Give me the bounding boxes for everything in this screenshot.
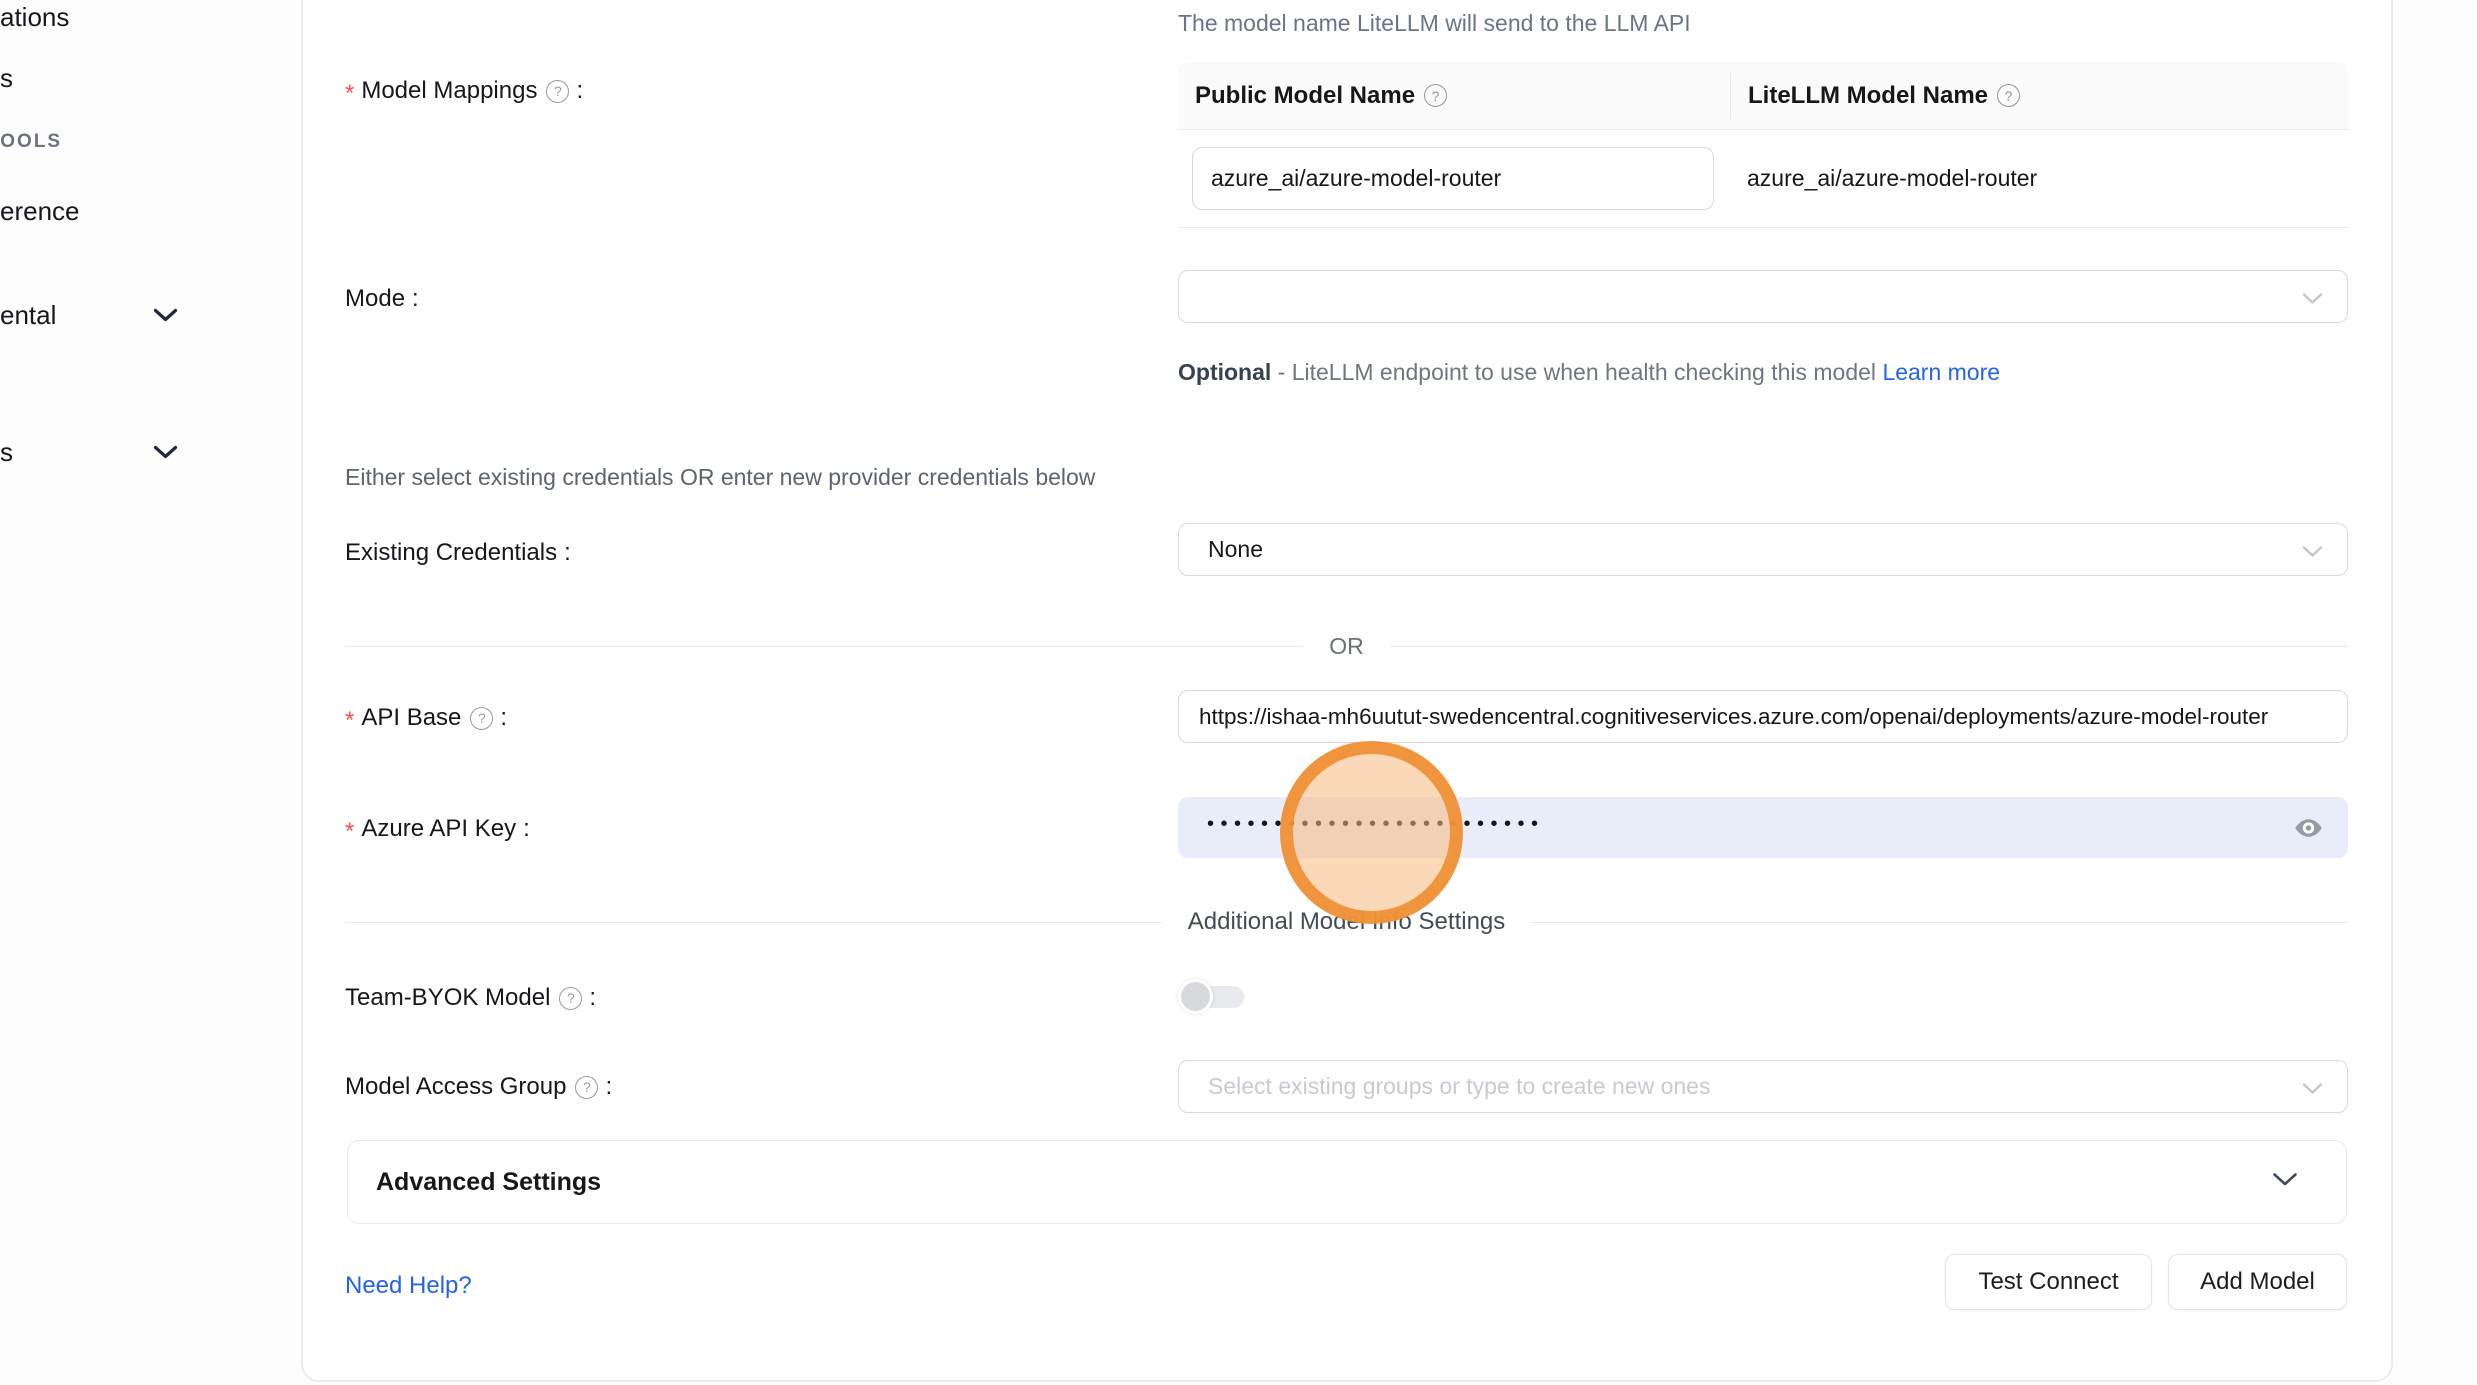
add-model-button[interactable]: Add Model [2168,1254,2347,1310]
sidebar-item-experimental[interactable]: ental [0,300,56,331]
eye-icon[interactable] [2293,812,2324,843]
sidebar-section-tools: TOOLS [0,131,62,153]
test-connect-button[interactable]: Test Connect [1945,1254,2152,1310]
sidebar-item-reference[interactable]: erence [0,196,80,227]
table-header-row: Public Model Name ? LiteLLM Model Name ? [1178,62,2348,130]
advanced-settings-panel[interactable]: Advanced Settings [347,1140,2347,1224]
required-asterisk: * [345,818,354,846]
table-row: azure_ai/azure-model-router azure_ai/azu… [1178,130,2348,228]
help-icon[interactable]: ? [470,707,493,730]
required-asterisk: * [345,80,354,108]
model-mappings-label: * Model Mappings ? : [345,77,583,105]
sidebar-item[interactable]: s [0,63,13,94]
api-base-input[interactable]: https://ishaa-mh6uutut-swedencentral.cog… [1178,690,2348,743]
learn-more-link[interactable]: Learn more [1882,359,2000,385]
help-icon[interactable]: ? [575,1076,598,1099]
litellm-model-name-header: LiteLLM Model Name ? [1730,73,2348,119]
add-model-page: ations s TOOLS erence ental s The model … [0,0,2477,1385]
model-name-hint: The model name LiteLLM will send to the … [1178,10,1691,37]
additional-model-info-divider: Additional Model Info Settings [345,908,2348,936]
sidebar-item-organizations[interactable]: ations [0,2,69,33]
team-byok-label: Team-BYOK Model ? : [345,984,596,1012]
chevron-down-icon [153,308,178,328]
mode-label: Mode: [345,285,419,313]
sidebar-item-settings[interactable]: s [0,437,13,468]
model-access-group-label: Model Access Group ? : [345,1073,612,1101]
help-icon[interactable]: ? [1997,84,2020,107]
mode-select[interactable] [1178,270,2348,323]
model-access-group-select[interactable]: Select existing groups or type to create… [1178,1060,2348,1113]
azure-api-key-input[interactable]: ••••••••••••••••••••••••• [1178,797,2348,858]
api-base-label: * API Base ? : [345,704,507,732]
model-mappings-table: Public Model Name ? LiteLLM Model Name ?… [1178,62,2348,228]
chevron-down-icon [2272,1172,2298,1192]
chevron-down-icon [2302,536,2323,563]
public-model-name-input[interactable]: azure_ai/azure-model-router [1192,147,1714,210]
or-divider: OR [345,632,2348,660]
help-icon[interactable]: ? [559,987,582,1010]
chevron-down-icon [2302,1073,2323,1100]
existing-credentials-select[interactable]: None [1178,523,2348,576]
mode-hint: Optional - LiteLLM endpoint to use when … [1178,352,2023,392]
public-model-name-header: Public Model Name ? [1178,82,1730,110]
team-byok-toggle[interactable] [1178,979,1244,1014]
chevron-down-icon [153,445,178,465]
existing-credentials-label: Existing Credentials: [345,539,571,567]
masked-api-key: ••••••••••••••••••••••••• [1207,813,1545,836]
need-help-link[interactable]: Need Help? [345,1272,472,1300]
chevron-down-icon [2302,283,2323,310]
help-icon[interactable]: ? [1424,84,1447,107]
credentials-note: Either select existing credentials OR en… [345,464,1095,491]
help-icon[interactable]: ? [546,80,569,103]
litellm-model-name-value: azure_ai/azure-model-router [1730,165,2348,192]
azure-api-key-label: * Azure API Key : [345,815,530,843]
required-asterisk: * [345,707,354,735]
